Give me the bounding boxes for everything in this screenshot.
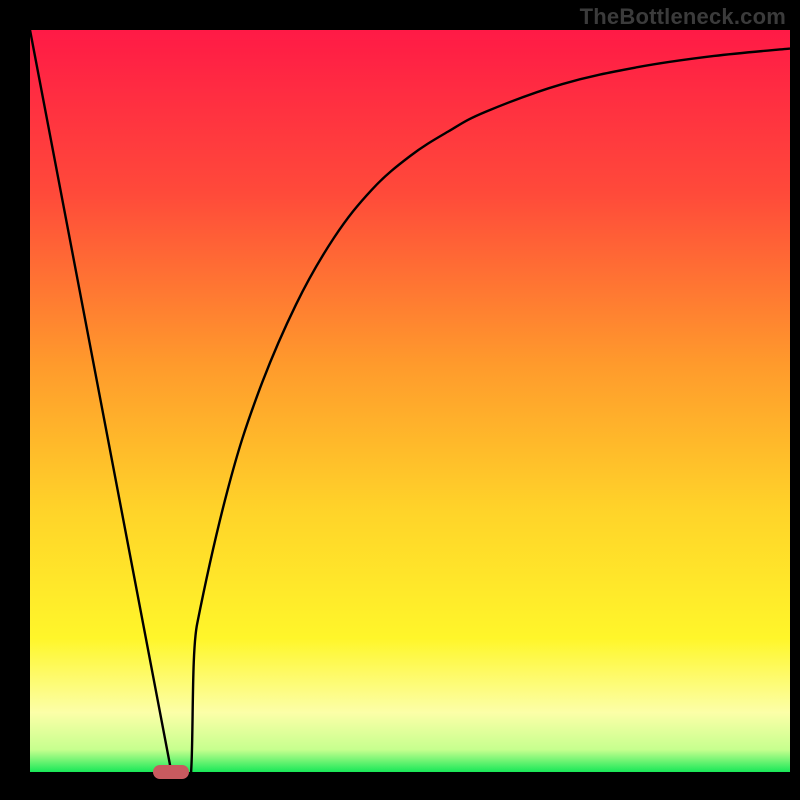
- optimal-point-marker: [153, 765, 189, 779]
- chart-frame: TheBottleneck.com: [0, 0, 800, 800]
- watermark-label: TheBottleneck.com: [580, 4, 786, 30]
- bottleneck-chart: [0, 0, 800, 800]
- plot-background: [30, 30, 790, 772]
